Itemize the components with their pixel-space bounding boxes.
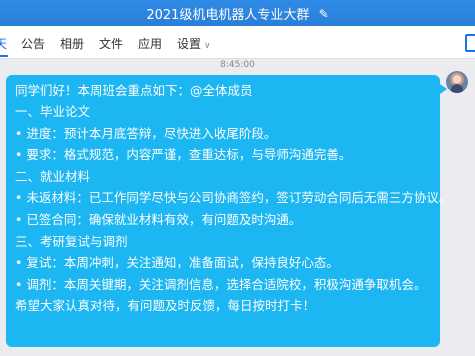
message-line: 三、考研复试与调剂 — [15, 233, 128, 249]
message-line: • 未返材料：已工作同学尽快与公司协商签约，签订劳动合同后无需三方协议。 — [15, 190, 452, 206]
tab-album[interactable]: 相册 — [60, 35, 84, 52]
group-title: 2021级机电机器人专业大群 — [146, 8, 310, 23]
message-line: • 复试：本周冲刺，关注通知，准备面试，保持良好心态。 — [15, 255, 339, 271]
tab-settings[interactable]: 设置 ∨ — [177, 35, 211, 52]
tab-chat[interactable]: 天 — [0, 35, 7, 52]
active-tab-indicator — [0, 55, 8, 57]
avatar[interactable] — [446, 71, 468, 93]
message-line: • 进度：预计本月底答辩，尽快进入收尾阶段。 — [15, 125, 277, 141]
pencil-icon[interactable]: ✎ — [319, 7, 329, 21]
message-line: 同学们好！本周班会重点如下：@全体成员 — [15, 83, 253, 98]
message-bubble[interactable]: 同学们好！本周班会重点如下：@全体成员 一、毕业论文 • 进度：预计本月底答辩，… — [6, 75, 452, 347]
chevron-down-icon: ∨ — [204, 41, 211, 51]
message-line: • 调剂：本周关键期，关注调剂信息，选择合适院校，积极沟通争取机会。 — [15, 276, 427, 292]
title-bar: 2021级机电机器人专业大群 ✎ — [0, 0, 475, 26]
window-control-icon[interactable] — [465, 34, 475, 52]
tab-announcement[interactable]: 公告 — [21, 35, 45, 52]
tab-bar: 天 公告 相册 文件 应用 设置 ∨ — [0, 26, 475, 59]
message-line: • 要求：格式规范，内容严谨，查重达标，与导师沟通完善。 — [15, 147, 352, 163]
message-timestamp: 8:45:00 — [220, 60, 255, 70]
tab-settings-label: 设置 — [177, 37, 202, 51]
message-line: 希望大家认真对待，有问题及时反馈，每日按时打卡！ — [15, 298, 316, 314]
message-line: 一、毕业论文 — [15, 104, 91, 119]
tab-files[interactable]: 文件 — [99, 35, 123, 52]
avatar-figure — [451, 84, 463, 93]
tab-apps[interactable]: 应用 — [138, 35, 162, 52]
message-line: 二、就业材料 — [15, 168, 91, 184]
message-line: • 已签合同：确保就业材料有效，有问题及时沟通。 — [15, 211, 302, 227]
